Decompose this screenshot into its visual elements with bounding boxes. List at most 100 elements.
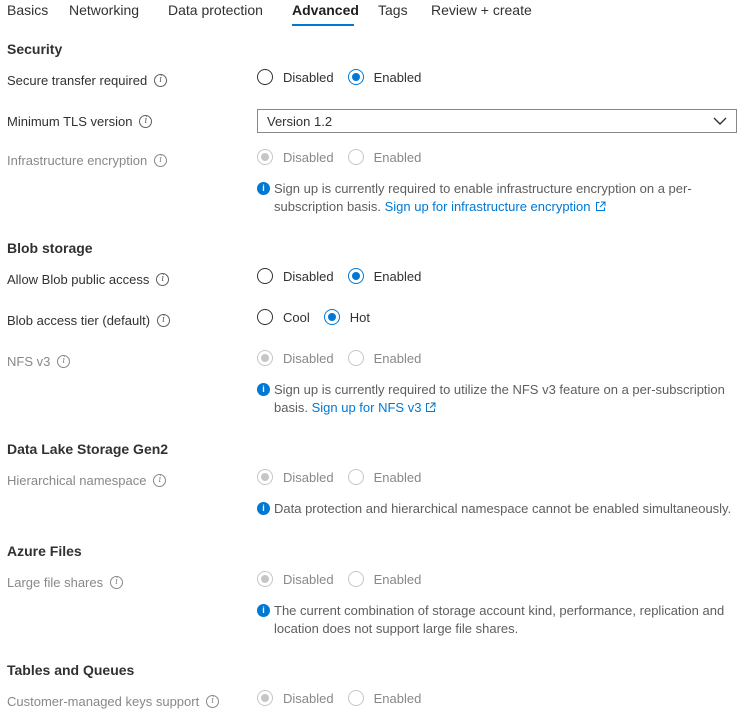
section-title-security: Security <box>7 41 63 57</box>
info-icon[interactable]: i <box>153 474 167 487</box>
signup-nfs-v3-link[interactable]: Sign up for NFS v3 <box>312 400 437 415</box>
section-title-tables-queues: Tables and Queues <box>7 662 135 678</box>
blob-public-access-label: Allow Blob public access i <box>7 272 170 287</box>
cmk-support-radio-group: Disabled Enabled <box>257 690 435 706</box>
info-filled-icon: i <box>257 604 270 617</box>
access-tier-hot-option[interactable]: Hot <box>323 309 370 325</box>
radio-button-selected <box>257 149 273 165</box>
min-tls-selected-value: Version 1.2 <box>267 113 333 129</box>
external-link-icon <box>595 201 606 211</box>
tab-advanced[interactable]: Advanced <box>292 2 359 18</box>
hierarchical-namespace-label: Hierarchical namespace i <box>7 473 167 488</box>
radio-button-selected[interactable] <box>323 309 340 325</box>
infra-encryption-label: Infrastructure encryption i <box>7 153 168 168</box>
secure-transfer-label-text: Secure transfer required <box>7 73 148 88</box>
radio-label: Enabled <box>373 268 422 284</box>
radio-label: Disabled <box>283 571 334 587</box>
info-filled-icon: i <box>257 182 270 195</box>
radio-label: Disabled <box>283 149 334 165</box>
infra-encryption-radio-group: Disabled Enabled <box>257 149 435 165</box>
secure-transfer-disabled-option[interactable]: Disabled <box>257 69 334 85</box>
infra-encryption-enabled-option: Enabled <box>347 149 421 165</box>
nfs-v3-label-text: NFS v3 <box>7 354 51 369</box>
radio-button-selected <box>257 469 273 485</box>
tab-data-protection[interactable]: Data protection <box>168 2 263 18</box>
signup-infra-encryption-link[interactable]: Sign up for infrastructure encryption <box>385 199 606 214</box>
info-icon[interactable]: i <box>154 154 168 167</box>
large-file-shares-label-text: Large file shares <box>7 575 104 590</box>
blob-access-tier-radio-group: Cool Hot <box>257 309 384 325</box>
hierarchical-namespace-radio-group: Disabled Enabled <box>257 469 435 485</box>
large-file-shares-label: Large file shares i <box>7 575 124 590</box>
radio-label: Disabled <box>283 69 334 85</box>
large-file-shares-info: i The current combination of storage acc… <box>257 602 737 638</box>
info-text: Data protection and hierarchical namespa… <box>274 501 732 516</box>
radio-button-selected <box>257 571 273 587</box>
chevron-down-icon <box>713 117 727 125</box>
min-tls-label: Minimum TLS version i <box>7 114 153 129</box>
radio-button[interactable] <box>257 69 273 85</box>
info-icon[interactable]: i <box>206 695 220 708</box>
secure-transfer-radio-group: Disabled Enabled <box>257 69 435 85</box>
active-tab-indicator <box>292 24 354 26</box>
link-text: Sign up for NFS v3 <box>311 400 422 415</box>
tab-networking[interactable]: Networking <box>69 2 139 18</box>
hns-disabled-option: Disabled <box>257 469 334 485</box>
radio-button <box>347 469 364 485</box>
section-title-azure-files: Azure Files <box>7 543 82 559</box>
info-icon[interactable]: i <box>156 273 170 286</box>
section-title-data-lake: Data Lake Storage Gen2 <box>7 441 169 457</box>
blob-public-access-label-text: Allow Blob public access <box>7 272 150 287</box>
nfs-v3-enabled-option: Enabled <box>347 350 422 366</box>
section-title-blob-storage: Blob storage <box>7 240 93 256</box>
radio-button-selected[interactable] <box>347 268 364 284</box>
large-shares-disabled-option: Disabled <box>257 571 334 587</box>
radio-button[interactable] <box>257 268 273 284</box>
cmk-support-label: Customer-managed keys support i <box>7 694 220 709</box>
tab-basics[interactable]: Basics <box>7 2 48 18</box>
blob-access-tier-label: Blob access tier (default) i <box>7 313 171 328</box>
link-text: Sign up for infrastructure encryption <box>384 199 591 214</box>
cmk-disabled-option: Disabled <box>257 690 334 706</box>
min-tls-dropdown[interactable]: Version 1.2 <box>257 109 737 133</box>
access-tier-cool-option[interactable]: Cool <box>257 309 310 325</box>
blob-public-access-enabled-option[interactable]: Enabled <box>347 268 422 284</box>
info-text: The current combination of storage accou… <box>274 603 725 636</box>
radio-button <box>347 690 364 706</box>
large-shares-enabled-option: Enabled <box>347 571 422 587</box>
radio-button <box>347 571 364 587</box>
info-icon[interactable]: i <box>139 115 153 128</box>
nfs-v3-info: i Sign up is currently required to utili… <box>257 381 737 417</box>
radio-label: Enabled <box>373 350 422 366</box>
info-icon[interactable]: i <box>154 74 168 87</box>
min-tls-label-text: Minimum TLS version <box>7 114 133 129</box>
tab-review-create[interactable]: Review + create <box>431 2 532 18</box>
infra-encryption-label-text: Infrastructure encryption <box>7 153 148 168</box>
hns-enabled-option: Enabled <box>347 469 421 485</box>
tab-tags[interactable]: Tags <box>378 2 408 18</box>
secure-transfer-enabled-option[interactable]: Enabled <box>347 69 421 85</box>
radio-label: Cool <box>283 309 310 325</box>
info-filled-icon: i <box>257 383 270 396</box>
large-file-shares-radio-group: Disabled Enabled <box>257 571 435 587</box>
infra-encryption-info: i Sign up is currently required to enabl… <box>257 180 727 216</box>
radio-button-selected <box>257 350 273 366</box>
radio-button[interactable] <box>257 309 273 325</box>
info-icon[interactable]: i <box>110 576 124 589</box>
nfs-v3-label: NFS v3 i <box>7 354 71 369</box>
info-filled-icon: i <box>257 502 270 515</box>
radio-label: Enabled <box>373 571 422 587</box>
secure-transfer-label: Secure transfer required i <box>7 73 168 88</box>
radio-label: Disabled <box>283 690 334 706</box>
info-icon[interactable]: i <box>57 355 71 368</box>
nfs-v3-disabled-option: Disabled <box>257 350 334 366</box>
info-icon[interactable]: i <box>157 314 171 327</box>
radio-button-selected[interactable] <box>347 69 364 85</box>
blob-public-access-disabled-option[interactable]: Disabled <box>257 268 334 284</box>
radio-label: Enabled <box>373 690 422 706</box>
cmk-enabled-option: Enabled <box>347 690 422 706</box>
radio-label: Disabled <box>283 350 334 366</box>
radio-label: Disabled <box>283 268 334 284</box>
hierarchical-namespace-label-text: Hierarchical namespace <box>7 473 147 488</box>
radio-label: Hot <box>349 309 370 325</box>
